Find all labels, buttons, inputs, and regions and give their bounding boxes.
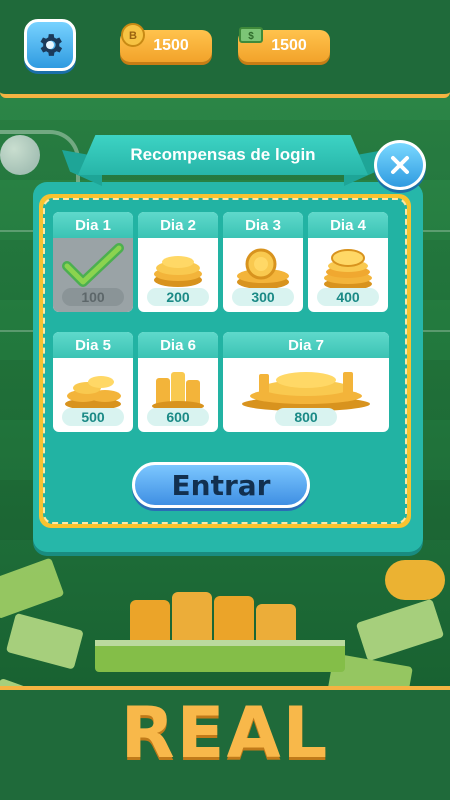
close-button[interactable] — [374, 140, 426, 190]
cash-balance-badge: $ 1500 — [238, 27, 330, 62]
reward-day-3[interactable]: Dia 3 300 — [223, 212, 303, 312]
modal-title-ribbon: Recompensas de login — [78, 135, 368, 175]
reward-day-6[interactable]: Dia 6 600 — [138, 332, 218, 432]
day-label: Dia 1 — [53, 212, 133, 238]
reward-day-5[interactable]: Dia 5 500 — [53, 332, 133, 432]
reward-day-4[interactable]: Dia 4 400 — [308, 212, 388, 312]
gear-icon — [40, 34, 63, 56]
coin-stack-icon — [324, 249, 372, 290]
banner-title: REAL — [120, 692, 330, 774]
enter-button-label: Entrar — [171, 468, 271, 502]
checkmark-icon — [62, 243, 124, 287]
reward-day-1[interactable]: Dia 1 100 — [53, 212, 133, 312]
day-amount: 800 — [275, 408, 337, 426]
enter-button[interactable]: Entrar — [132, 462, 310, 508]
reward-day-7[interactable]: Dia 7 800 — [223, 332, 389, 432]
coin-stack-icon — [152, 372, 204, 411]
coin-stack-icon — [154, 256, 202, 287]
day-amount: 100 — [62, 288, 124, 306]
close-icon — [391, 156, 409, 174]
coin-stack-icon — [65, 376, 121, 410]
top-bar: B 1500 $ 1500 — [0, 0, 450, 98]
day-amount: 200 — [147, 288, 209, 306]
modal-title: Recompensas de login — [130, 145, 316, 164]
cash-balance-value: 1500 — [271, 37, 307, 54]
day-amount: 400 — [317, 288, 379, 306]
day-amount: 500 — [62, 408, 124, 426]
coin-stack-icon — [237, 248, 289, 289]
coin-icon: B — [121, 23, 145, 47]
day-amount: 600 — [147, 408, 209, 426]
day-label: Dia 4 — [308, 212, 388, 238]
day-label: Dia 3 — [223, 212, 303, 238]
coins-balance-badge: B 1500 — [120, 23, 212, 62]
coin-pile-icon — [242, 372, 370, 411]
day-label: Dia 7 — [223, 332, 389, 358]
reward-day-2[interactable]: Dia 2 200 — [138, 212, 218, 312]
settings-button[interactable] — [24, 19, 76, 71]
cash-icon: $ — [239, 27, 263, 43]
svg-text:B: B — [129, 30, 137, 42]
coins-balance-value: 1500 — [153, 37, 189, 54]
day-label: Dia 2 — [138, 212, 218, 238]
svg-text:$: $ — [248, 31, 254, 42]
day-label: Dia 6 — [138, 332, 218, 358]
day-amount: 300 — [232, 288, 294, 306]
day-label: Dia 5 — [53, 332, 133, 358]
